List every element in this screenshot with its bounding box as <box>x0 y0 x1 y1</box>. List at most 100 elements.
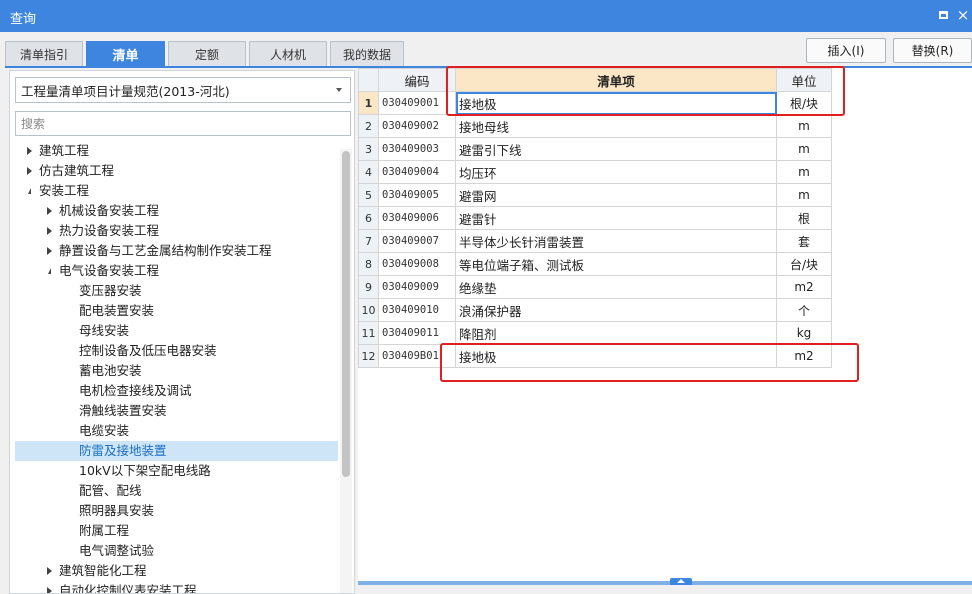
unit-cell[interactable]: 个 <box>776 298 832 322</box>
collapsed-arrow-icon[interactable] <box>44 221 54 241</box>
tree-item[interactable]: 仿古建筑工程 <box>10 161 338 181</box>
row-number-cell[interactable]: 12 <box>358 344 379 368</box>
expanded-arrow-icon[interactable] <box>44 261 54 281</box>
unit-cell[interactable]: 根/块 <box>776 91 832 115</box>
table-row[interactable]: 11 030409011 降阻剂 kg <box>358 321 832 345</box>
tree-item[interactable]: 变压器安装 <box>10 281 338 301</box>
collapsed-arrow-icon[interactable] <box>24 161 34 181</box>
name-cell[interactable]: 降阻剂 <box>455 321 777 345</box>
row-number-cell[interactable]: 8 <box>358 252 379 276</box>
unit-cell[interactable]: m <box>776 160 832 184</box>
tree-item[interactable]: 母线安装 <box>10 321 338 341</box>
code-cell[interactable]: 030409004 <box>378 160 456 184</box>
row-number-cell[interactable]: 5 <box>358 183 379 207</box>
tree-item[interactable]: 控制设备及低压电器安装 <box>10 341 338 361</box>
name-cell[interactable]: 接地母线 <box>455 114 777 138</box>
table-row[interactable]: 8 030409008 等电位端子箱、测试板 台/块 <box>358 252 832 276</box>
unit-cell[interactable]: 台/块 <box>776 252 832 276</box>
collapsed-arrow-icon[interactable] <box>44 241 54 261</box>
row-number-cell[interactable]: 7 <box>358 229 379 253</box>
tab-bill-guide[interactable]: 清单指引 <box>5 41 83 67</box>
unit-cell[interactable]: m <box>776 183 832 207</box>
code-cell[interactable]: 030409010 <box>378 298 456 322</box>
tree-item[interactable]: 蓄电池安装 <box>10 361 338 381</box>
unit-cell[interactable]: m2 <box>776 275 832 299</box>
row-number-cell[interactable]: 6 <box>358 206 379 230</box>
table-row[interactable]: 12 030409B01 接地极 m2 <box>358 344 832 368</box>
name-cell[interactable]: 浪涌保护器 <box>455 298 777 322</box>
tree-item[interactable]: 安装工程 <box>10 181 338 201</box>
name-cell[interactable]: 接地极 <box>455 344 777 368</box>
column-header-unit[interactable]: 单位 <box>776 68 832 92</box>
tree-item[interactable]: 机械设备安装工程 <box>10 201 338 221</box>
code-cell[interactable]: 030409009 <box>378 275 456 299</box>
code-cell[interactable]: 030409005 <box>378 183 456 207</box>
name-cell[interactable]: 避雷网 <box>455 183 777 207</box>
tree-item[interactable]: 热力设备安装工程 <box>10 221 338 241</box>
scrollbar-thumb[interactable] <box>342 151 350 477</box>
collapsed-arrow-icon[interactable] <box>44 581 54 593</box>
tab-labor-material-machine[interactable]: 人材机 <box>249 41 327 67</box>
code-cell[interactable]: 030409007 <box>378 229 456 253</box>
tree-item[interactable]: 防雷及接地装置 <box>15 441 338 461</box>
unit-cell[interactable]: 套 <box>776 229 832 253</box>
collapsed-arrow-icon[interactable] <box>44 561 54 581</box>
tree-item[interactable]: 10kV以下架空配电线路 <box>10 461 338 481</box>
tree-item[interactable]: 电缆安装 <box>10 421 338 441</box>
row-number-cell[interactable]: 4 <box>358 160 379 184</box>
tree-item[interactable]: 配电装置安装 <box>10 301 338 321</box>
tab-my-data[interactable]: 我的数据 <box>330 41 404 67</box>
table-row[interactable]: 5 030409005 避雷网 m <box>358 183 832 207</box>
name-cell[interactable]: 避雷引下线 <box>455 137 777 161</box>
name-cell[interactable]: 半导体少长针消雷装置 <box>455 229 777 253</box>
tree-item[interactable]: 静置设备与工艺金属结构制作安装工程 <box>10 241 338 261</box>
splitter-handle[interactable] <box>670 578 692 585</box>
close-button[interactable]: × <box>954 6 972 24</box>
code-cell[interactable]: 030409003 <box>378 137 456 161</box>
column-header-name[interactable]: 清单项 <box>455 68 777 92</box>
collapsed-arrow-icon[interactable] <box>24 141 34 161</box>
tree-item[interactable]: 电气调整试验 <box>10 541 338 561</box>
unit-cell[interactable]: m2 <box>776 344 832 368</box>
spec-dropdown[interactable]: 工程量清单项目计量规范(2013-河北) <box>15 77 351 103</box>
code-cell[interactable]: 030409002 <box>378 114 456 138</box>
tree-item[interactable]: 照明器具安装 <box>10 501 338 521</box>
expanded-arrow-icon[interactable] <box>24 181 34 201</box>
table-row[interactable]: 9 030409009 绝缘垫 m2 <box>358 275 832 299</box>
row-number-cell[interactable]: 10 <box>358 298 379 322</box>
search-input[interactable] <box>15 111 351 136</box>
tab-bill[interactable]: 清单 <box>86 41 165 67</box>
row-number-cell[interactable]: 2 <box>358 114 379 138</box>
row-number-cell[interactable]: 1 <box>358 91 379 115</box>
name-cell[interactable]: 接地极 <box>455 91 777 115</box>
tree-item[interactable]: 电气设备安装工程 <box>10 261 338 281</box>
row-number-cell[interactable]: 3 <box>358 137 379 161</box>
insert-button[interactable]: 插入(I) <box>806 38 886 63</box>
code-cell[interactable]: 030409001 <box>378 91 456 115</box>
tree-item[interactable]: 配管、配线 <box>10 481 338 501</box>
table-row[interactable]: 6 030409006 避雷针根 <box>358 206 832 230</box>
unit-cell[interactable]: m <box>776 114 832 138</box>
tree-item[interactable]: 建筑智能化工程 <box>10 561 338 581</box>
code-cell[interactable]: 030409011 <box>378 321 456 345</box>
code-cell[interactable]: 030409008 <box>378 252 456 276</box>
unit-cell[interactable]: 根 <box>776 206 832 230</box>
tree-item[interactable]: 滑触线装置安装 <box>10 401 338 421</box>
collapsed-arrow-icon[interactable] <box>44 201 54 221</box>
row-number-cell[interactable]: 11 <box>358 321 379 345</box>
table-row[interactable]: 3 030409003 避雷引下线 m <box>358 137 832 161</box>
name-cell[interactable]: 等电位端子箱、测试板 <box>455 252 777 276</box>
tree-scrollbar[interactable] <box>340 149 352 593</box>
table-row[interactable]: 10 030409010 浪涌保护器个 <box>358 298 832 322</box>
code-cell[interactable]: 030409B01 <box>378 344 456 368</box>
tab-quota[interactable]: 定额 <box>168 41 246 67</box>
unit-cell[interactable]: m <box>776 137 832 161</box>
name-cell[interactable]: 避雷针 <box>455 206 777 230</box>
table-row[interactable]: 2 030409002 接地母线 m <box>358 114 832 138</box>
tree-item[interactable]: 附属工程 <box>10 521 338 541</box>
bottom-splitter[interactable] <box>358 581 972 585</box>
column-header-code[interactable]: 编码 <box>378 68 456 92</box>
code-cell[interactable]: 030409006 <box>378 206 456 230</box>
table-row[interactable]: 4 030409004 均压环 m <box>358 160 832 184</box>
tree-item[interactable]: 建筑工程 <box>10 141 338 161</box>
